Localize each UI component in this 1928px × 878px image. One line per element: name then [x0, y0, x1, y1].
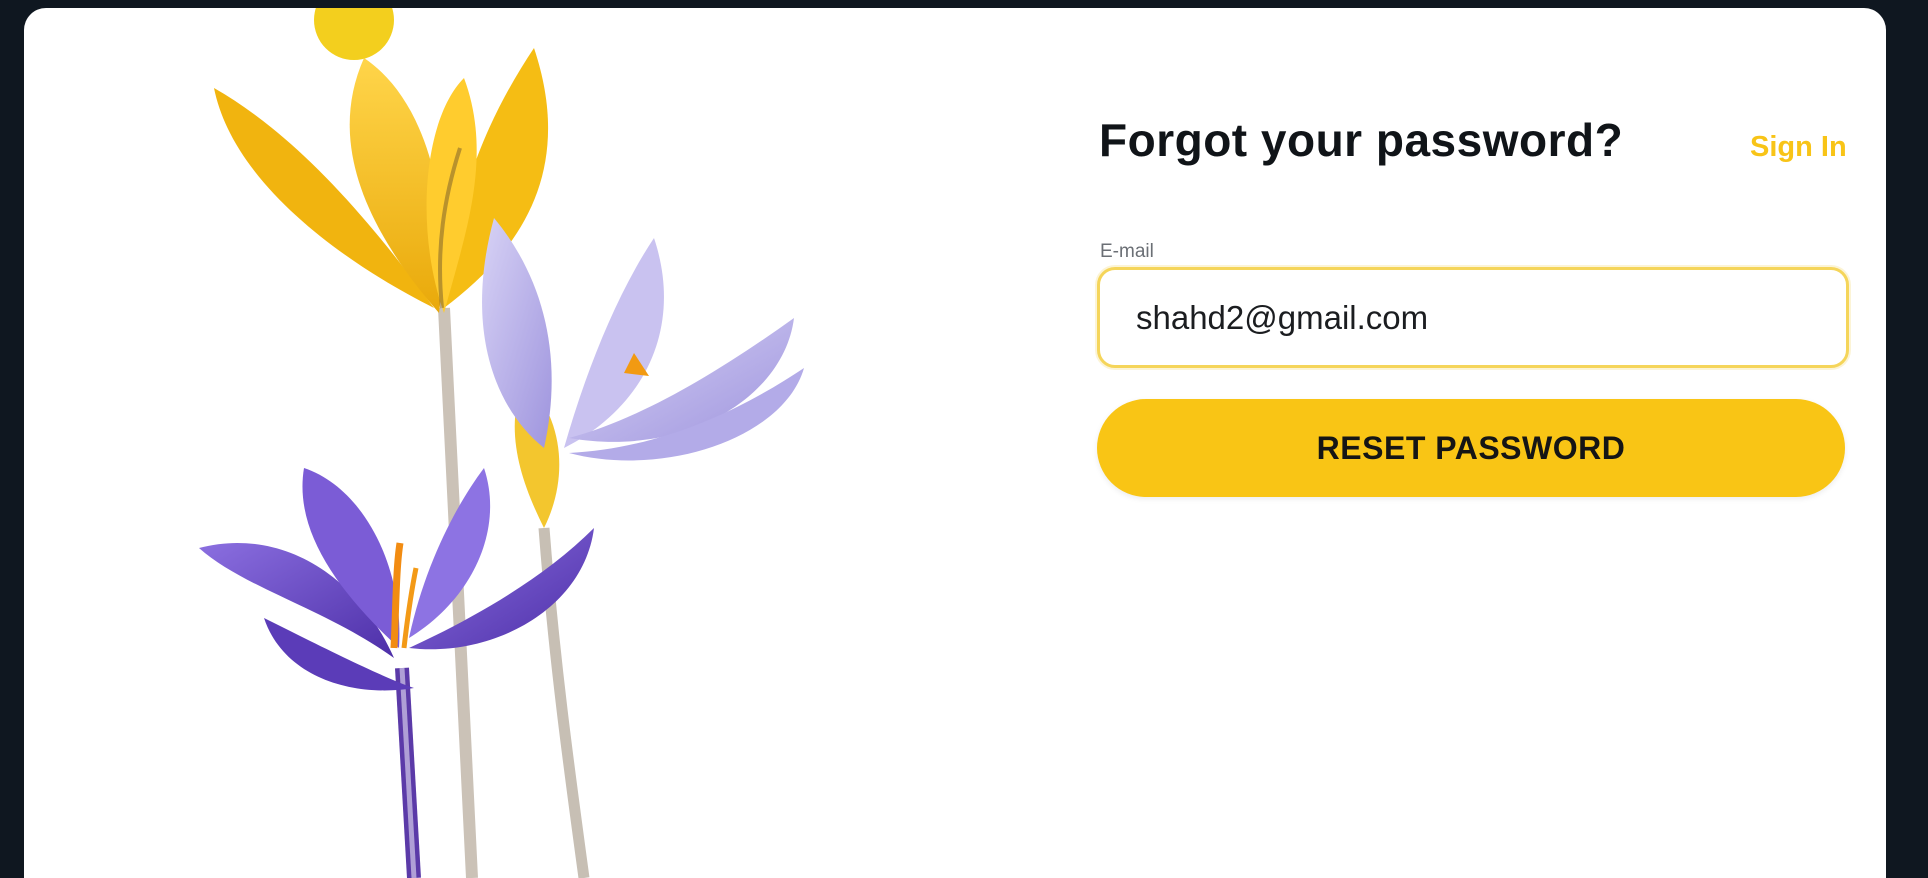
page-title: Forgot your password?	[1099, 114, 1624, 166]
app-frame: Forgot your password? Sign In E-mail RES…	[24, 8, 1886, 878]
lilac-crocus	[482, 218, 804, 528]
email-field[interactable]	[1097, 267, 1849, 368]
email-label: E-mail	[1100, 241, 1154, 262]
sign-in-link[interactable]: Sign In	[1750, 130, 1847, 164]
reset-password-form: Forgot your password? Sign In E-mail RES…	[1073, 8, 1853, 878]
yellow-bud	[314, 8, 394, 60]
crocus-flowers-illustration	[199, 8, 804, 878]
reset-password-button[interactable]: RESET PASSWORD	[1097, 399, 1845, 497]
